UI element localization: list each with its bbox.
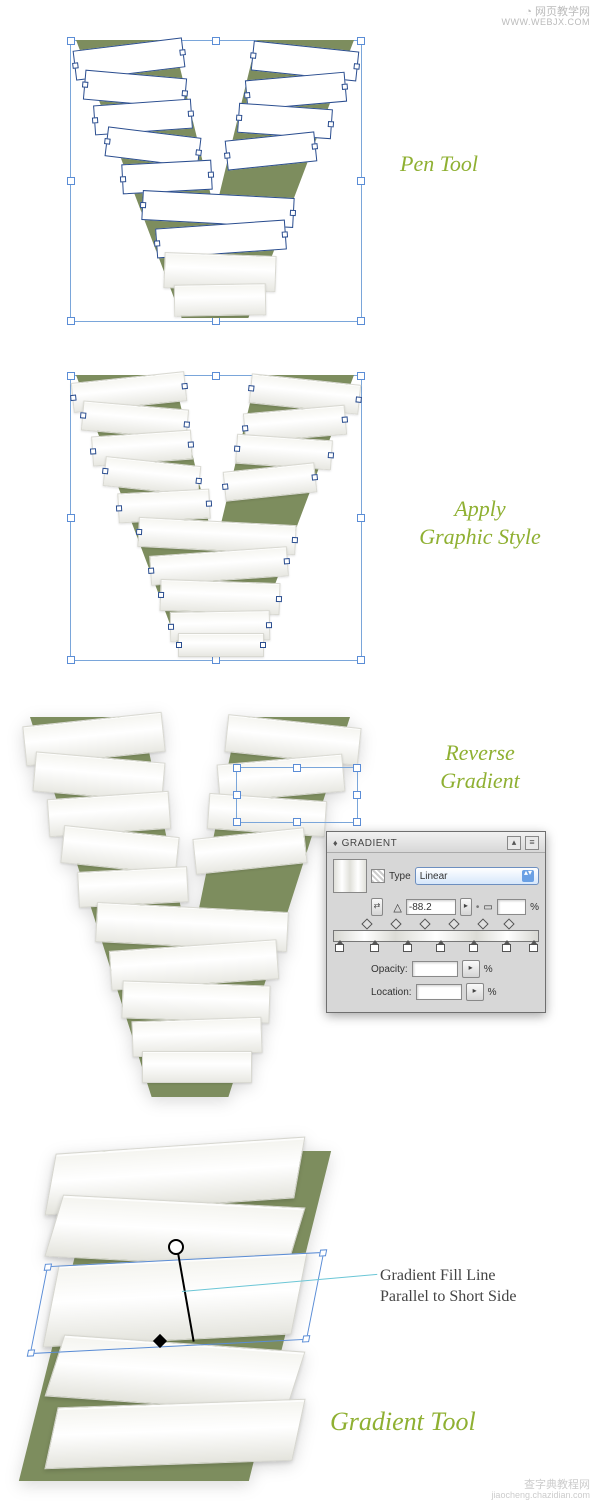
- step-label: Pen Tool: [400, 150, 478, 178]
- strip: [142, 1051, 252, 1083]
- location-menu-button[interactable]: ▸: [466, 983, 484, 1001]
- watermark-top: ◔ 网页教学网 WWW.WEBJX.COM: [502, 6, 591, 28]
- color-stop[interactable]: [436, 940, 444, 950]
- color-stop[interactable]: [502, 940, 510, 950]
- letter-v-artwork: [76, 375, 354, 655]
- select-arrows-icon: ▴▾: [522, 870, 534, 882]
- step-reverse-gradient: ReverseGradient ♦ GRADIENT ▴: [0, 695, 600, 1131]
- strip: [44, 1399, 305, 1470]
- angle-icon: △: [393, 901, 401, 914]
- gradient-type-swatch[interactable]: [371, 869, 385, 883]
- ratio-suffix: %: [530, 902, 539, 913]
- selected-strip-bbox: [236, 767, 358, 823]
- angle-menu-button[interactable]: ▸: [460, 898, 472, 916]
- color-stop[interactable]: [469, 940, 477, 950]
- gradient-ramp[interactable]: [333, 922, 539, 950]
- reverse-gradient-button[interactable]: ⇄: [371, 898, 383, 916]
- panel-titlebar[interactable]: ♦ GRADIENT ▴ ≡: [327, 832, 545, 853]
- strip: [77, 866, 189, 908]
- letter-v-artwork: [76, 40, 354, 318]
- color-stop[interactable]: [529, 940, 537, 950]
- gradient-type-select[interactable]: Linear ▴▾: [415, 867, 539, 885]
- color-stop[interactable]: [370, 940, 378, 950]
- selected-strip-bbox: [30, 1252, 325, 1354]
- ratio-icon: ▭: [483, 902, 492, 913]
- step-gradient-tool: Gradient Fill LineParallel to Short Side…: [0, 1131, 600, 1507]
- gradient-origin-handle[interactable]: [168, 1239, 184, 1255]
- collapse-icon[interactable]: ▴: [507, 836, 521, 850]
- watermark-bottom: 查字典教程网 jiaocheng.chazidian.com: [491, 1479, 590, 1501]
- callout-text: Gradient Fill LineParallel to Short Side: [380, 1266, 580, 1308]
- select-value: Linear: [420, 871, 448, 882]
- opacity-suffix: %: [484, 964, 493, 975]
- step-label: Gradient Tool: [330, 1406, 476, 1439]
- step-label: ReverseGradient: [415, 739, 545, 794]
- strip: [174, 283, 267, 317]
- divider-icon: •: [476, 902, 480, 913]
- gradient-stops[interactable]: [333, 940, 539, 950]
- location-suffix: %: [488, 987, 497, 998]
- gradient-preview-swatch[interactable]: [333, 859, 367, 893]
- gradient-panel[interactable]: ♦ GRADIENT ▴ ≡ Type Linear ▴▾ ⇄ △: [326, 831, 546, 1013]
- step-apply-style: ApplyGraphic Style: [0, 345, 600, 695]
- aspect-ratio-input[interactable]: [497, 899, 526, 915]
- panel-title: GRADIENT: [342, 838, 398, 849]
- panel-menu-icon[interactable]: ≡: [525, 836, 539, 850]
- strip: [178, 633, 264, 657]
- opacity-menu-button[interactable]: ▸: [462, 960, 480, 978]
- panel-body: Type Linear ▴▾ ⇄ △ ▸ • ▭ %: [327, 853, 545, 1012]
- angle-input[interactable]: [406, 899, 456, 915]
- step-label: ApplyGraphic Style: [400, 495, 560, 550]
- color-stop[interactable]: [403, 940, 411, 950]
- opacity-label: Opacity:: [371, 964, 408, 975]
- strip-outline: [121, 160, 212, 195]
- color-stop[interactable]: [335, 940, 343, 950]
- step-pen-tool: ◔ 网页教学网 WWW.WEBJX.COM Pen Tool: [0, 0, 600, 345]
- location-label: Location:: [371, 987, 412, 998]
- location-input[interactable]: [416, 984, 462, 1000]
- opacity-input[interactable]: [412, 961, 458, 977]
- disclosure-icon[interactable]: ♦: [333, 838, 338, 848]
- type-label: Type: [389, 871, 411, 882]
